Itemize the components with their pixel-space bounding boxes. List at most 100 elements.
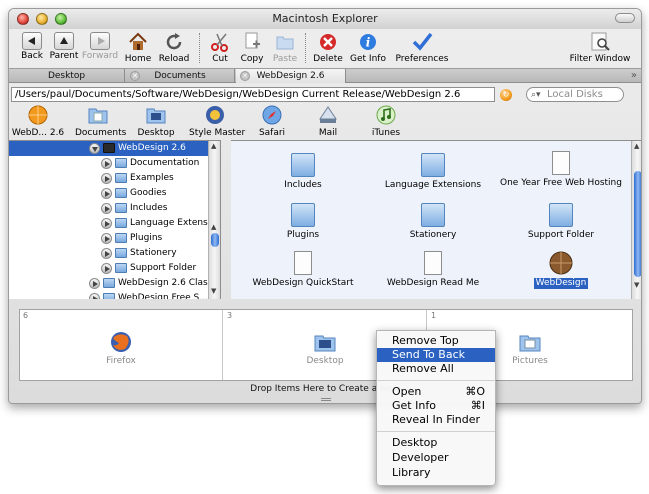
get-info-button[interactable]: i Get Info bbox=[345, 29, 391, 67]
favorite-safari[interactable]: Safari bbox=[255, 104, 289, 139]
tree-item[interactable]: Includes bbox=[9, 201, 209, 216]
scroll-up-icon[interactable]: ▲ bbox=[211, 223, 216, 231]
favorite-label: Safari bbox=[258, 128, 286, 138]
pictures-folder-icon bbox=[519, 335, 541, 352]
disclosure-triangle-icon[interactable] bbox=[89, 143, 100, 154]
menu-item-remove-all[interactable]: Remove All bbox=[377, 362, 495, 376]
magnifier-icon bbox=[591, 32, 610, 51]
disclosure-triangle-icon[interactable] bbox=[101, 158, 112, 169]
disclosure-triangle-icon[interactable] bbox=[89, 278, 100, 289]
disclosure-triangle-icon[interactable] bbox=[101, 203, 112, 214]
toolbar-toggle-button[interactable] bbox=[615, 13, 635, 23]
tab-webdesign-label: WebDesign 2.6 bbox=[256, 71, 325, 81]
menu-item-developer[interactable]: Developer bbox=[377, 451, 495, 465]
desktop-folder-icon bbox=[314, 335, 336, 352]
path-field[interactable]: /Users/paul/Documents/Software/WebDesign… bbox=[11, 87, 495, 102]
disclosure-triangle-icon[interactable] bbox=[101, 248, 112, 259]
tab-webdesign[interactable]: ✕ WebDesign 2.6 bbox=[236, 69, 346, 83]
drop-zone[interactable]: Drop Items Here to Create a New bbox=[9, 381, 641, 397]
folder-icon bbox=[115, 158, 127, 168]
tree-item[interactable]: Plugins bbox=[9, 231, 209, 246]
tree-item[interactable]: WebDesign 2.6 bbox=[9, 141, 209, 156]
scroll-down-icon[interactable]: ▼ bbox=[211, 287, 216, 295]
title-bar[interactable]: Macintosh Explorer bbox=[9, 9, 641, 29]
menu-item-open[interactable]: Open ⌘O bbox=[377, 385, 495, 399]
file-item[interactable]: WebDesign bbox=[491, 247, 631, 295]
tree-item-label: Examples bbox=[130, 173, 174, 183]
menu-item-send-to-back[interactable]: Send To Back bbox=[377, 348, 495, 362]
tab-documents-label: Documents bbox=[154, 71, 206, 81]
disclosure-triangle-icon[interactable] bbox=[89, 293, 100, 299]
file-item[interactable]: Plugins bbox=[233, 197, 373, 245]
tab-overflow-icon[interactable]: » bbox=[631, 69, 637, 83]
tab-close-icon[interactable]: ✕ bbox=[130, 71, 140, 81]
disclosure-triangle-icon[interactable] bbox=[101, 218, 112, 229]
menu-item-library[interactable]: Library bbox=[377, 466, 495, 480]
tree-item[interactable]: WebDesign Free S... bbox=[9, 291, 209, 299]
tree-scroll-thumb[interactable] bbox=[211, 233, 219, 247]
menu-item-reveal-in-finder[interactable]: Reveal In Finder bbox=[377, 413, 495, 427]
mail-icon bbox=[319, 106, 337, 123]
preferences-label: Preferences bbox=[395, 54, 449, 64]
file-item[interactable]: WebDesign Read Me bbox=[363, 247, 503, 295]
tree-item[interactable]: WebDesign 2.6 Classic bbox=[9, 276, 220, 291]
filter-window-button[interactable]: Filter Window bbox=[569, 29, 631, 67]
scroll-up-icon[interactable]: ▲ bbox=[634, 142, 639, 150]
favorite-webdesign[interactable]: WebD... 2.6 bbox=[11, 104, 65, 139]
favorite-documents[interactable]: Documents bbox=[75, 104, 127, 139]
grid-scroll-thumb[interactable] bbox=[634, 171, 641, 277]
folder-icon bbox=[421, 203, 445, 227]
back-icon bbox=[22, 32, 42, 50]
menu-item-desktop[interactable]: Desktop bbox=[377, 436, 495, 450]
webdesign-app-icon bbox=[28, 105, 48, 125]
file-grid: Includes Language Extensions One Year Fr… bbox=[231, 140, 641, 299]
menu-item-remove-top[interactable]: Remove Top bbox=[377, 334, 495, 348]
tree-item[interactable]: Examples bbox=[9, 171, 209, 186]
tab-desktop[interactable]: Desktop bbox=[9, 69, 125, 83]
document-icon bbox=[424, 251, 442, 275]
folder-icon bbox=[115, 263, 127, 273]
explorer-window: Macintosh Explorer Back Parent Forward H… bbox=[8, 8, 642, 404]
tree-scrollbar[interactable]: ▲ ▲ ▼ bbox=[208, 141, 220, 299]
shelf-slot-label: Firefox bbox=[106, 356, 136, 366]
favorite-style-master[interactable]: Style Master bbox=[189, 104, 245, 139]
menu-separator bbox=[377, 431, 495, 432]
file-item[interactable]: Stationery bbox=[363, 197, 503, 245]
go-icon[interactable]: ↻ bbox=[500, 89, 512, 101]
disclosure-triangle-icon[interactable] bbox=[101, 173, 112, 184]
folder-icon bbox=[115, 233, 127, 243]
tree-item[interactable]: Stationery bbox=[9, 246, 209, 261]
reload-button[interactable]: Reload bbox=[151, 29, 197, 67]
scroll-up-icon[interactable]: ▲ bbox=[211, 142, 216, 150]
menu-item-label: Send To Back bbox=[392, 348, 465, 361]
tree-item[interactable]: Support Folder bbox=[9, 261, 209, 276]
favorite-label: Mail bbox=[318, 128, 338, 138]
tab-close-icon[interactable]: ✕ bbox=[240, 71, 250, 81]
file-item[interactable]: Language Extensions bbox=[363, 147, 503, 195]
favorite-label: Documents bbox=[75, 128, 127, 138]
tab-documents[interactable]: ✕ Documents bbox=[126, 69, 235, 83]
disclosure-triangle-icon[interactable] bbox=[101, 188, 112, 199]
favorite-itunes[interactable]: iTunes bbox=[369, 104, 403, 139]
search-field[interactable]: ⌕▾ Local Disks bbox=[526, 87, 624, 102]
grid-scrollbar[interactable]: ▲ ▼ bbox=[631, 141, 641, 299]
disclosure-triangle-icon[interactable] bbox=[101, 263, 112, 274]
tree-item-label: Documentation bbox=[130, 158, 200, 168]
shelf-slot[interactable]: 6 Firefox bbox=[20, 310, 223, 380]
favorite-desktop[interactable]: Desktop bbox=[135, 104, 177, 139]
preferences-button[interactable]: Preferences bbox=[393, 29, 451, 67]
resize-handle[interactable] bbox=[321, 398, 331, 401]
menu-item-get-info[interactable]: Get Info ⌘I bbox=[377, 399, 495, 413]
scroll-down-icon[interactable]: ▼ bbox=[634, 281, 639, 289]
file-item[interactable]: One Year Free Web Hosting bbox=[491, 147, 631, 195]
favorite-mail[interactable]: Mail bbox=[313, 104, 343, 139]
disclosure-triangle-icon[interactable] bbox=[101, 233, 112, 244]
file-item[interactable]: Includes bbox=[233, 147, 373, 195]
paste-button[interactable]: Paste bbox=[262, 29, 308, 67]
file-item[interactable]: WebDesign QuickStart bbox=[233, 247, 373, 295]
tree-item[interactable]: Documentation bbox=[9, 156, 209, 171]
tree-item[interactable]: Goodies bbox=[9, 186, 209, 201]
tree-item[interactable]: Language Extensions bbox=[9, 216, 220, 231]
file-item[interactable]: Support Folder bbox=[491, 197, 631, 245]
path-row: /Users/paul/Documents/Software/WebDesign… bbox=[9, 85, 641, 104]
